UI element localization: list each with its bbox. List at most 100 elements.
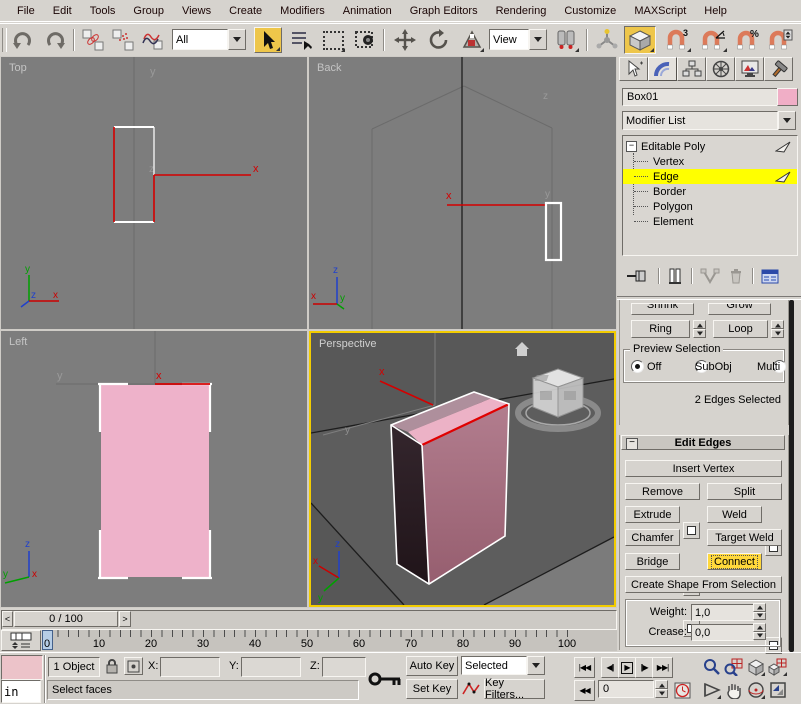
remove-button[interactable]: Remove (625, 483, 700, 500)
select-object-button[interactable] (254, 27, 282, 53)
viewport-perspective[interactable]: y x (309, 331, 616, 607)
select-by-name-button[interactable] (288, 27, 314, 53)
stack-item-editable-poly[interactable]: − Editable Poly (623, 139, 797, 154)
menu-modifiers[interactable]: Modifiers (271, 3, 334, 19)
selection-region-button[interactable] (320, 27, 346, 53)
stack-item-border[interactable]: Border (623, 184, 797, 199)
viewport-back[interactable]: z y x z x y Back (309, 57, 616, 329)
target-weld-button[interactable]: Target Weld (707, 529, 782, 546)
rollout-collapse-icon[interactable]: − (626, 438, 638, 450)
select-and-manipulate-button[interactable] (594, 27, 620, 53)
field-of-view-button[interactable] (701, 679, 722, 700)
remove-modifier-icon[interactable] (728, 268, 744, 285)
configure-modifier-sets-icon[interactable] (761, 268, 781, 285)
crease-field[interactable]: 0,0 (691, 624, 754, 641)
zoom-extents-all-button[interactable] (767, 656, 788, 677)
loop-button[interactable]: Loop (713, 320, 768, 338)
listener-script-row[interactable]: in (1, 680, 41, 703)
panel-scrollbar[interactable] (789, 300, 794, 652)
bridge-button[interactable]: Bridge (625, 553, 680, 570)
menu-views[interactable]: Views (173, 3, 220, 19)
shrink-button[interactable]: Shrink (631, 303, 694, 315)
viewport-label-top[interactable]: Top (9, 62, 27, 74)
zoom-all-button[interactable] (723, 656, 744, 677)
previous-frame-button[interactable]: ◀|| (601, 657, 619, 678)
key-mode-toggle-button[interactable]: ◀◀ (574, 680, 595, 701)
radio-off[interactable] (631, 360, 644, 373)
next-frame-button[interactable]: ||▶ (635, 657, 653, 678)
menu-rendering[interactable]: Rendering (487, 3, 556, 19)
grow-button[interactable]: Grow (708, 303, 771, 315)
bind-to-space-warp-button[interactable] (140, 27, 166, 53)
mini-curve-editor-button[interactable] (1, 630, 41, 651)
selection-filter-combo[interactable]: All (172, 29, 246, 50)
time-slider-handle[interactable]: 0 / 100 (14, 611, 118, 627)
insert-vertex-button[interactable]: Insert Vertex (625, 460, 782, 477)
frame-spinner[interactable] (655, 680, 668, 698)
absolute-offset-toggle[interactable] (124, 657, 143, 675)
tab-utilities[interactable] (764, 57, 793, 81)
menu-edit[interactable]: Edit (44, 3, 81, 19)
weld-button[interactable]: Weld (707, 506, 762, 523)
menu-group[interactable]: Group (124, 3, 173, 19)
spinner-snap-toggle-button[interactable] (766, 27, 794, 53)
modifier-list-dropdown-button[interactable] (778, 111, 796, 130)
box-left-face[interactable] (101, 385, 209, 577)
angle-snap-toggle-button[interactable] (698, 27, 728, 53)
weight-field[interactable]: 1,0 (691, 604, 754, 621)
y-coordinate-field[interactable] (241, 657, 301, 677)
split-button[interactable]: Split (707, 483, 782, 500)
auto-key-button[interactable]: Auto Key (406, 656, 458, 676)
toolbar-handle[interactable] (2, 28, 7, 52)
window-crossing-button[interactable] (352, 27, 378, 53)
menu-file[interactable]: File (8, 3, 44, 19)
weight-spinner[interactable] (753, 603, 766, 620)
set-key-button[interactable]: Set Key (406, 679, 458, 699)
menu-tools[interactable]: Tools (81, 3, 125, 19)
viewport-left-canvas[interactable]: y x z y x Left (1, 331, 307, 607)
zoom-button[interactable] (701, 656, 722, 677)
tab-hierarchy[interactable] (677, 57, 706, 81)
reference-coordinate-dropdown-button[interactable] (529, 29, 547, 50)
reference-coordinate-combo[interactable]: View (489, 29, 547, 50)
stack-item-element[interactable]: Element (623, 214, 797, 229)
unlink-selection-button[interactable] (110, 27, 136, 53)
create-shape-button[interactable]: Create Shape From Selection (625, 576, 782, 593)
tab-display[interactable] (735, 57, 764, 81)
select-and-rotate-button[interactable] (425, 27, 453, 53)
collapse-expander-icon[interactable]: − (626, 141, 637, 152)
select-and-scale-button[interactable] (459, 27, 485, 53)
object-color-swatch[interactable] (777, 88, 798, 106)
key-mode-combo[interactable]: Selected (461, 656, 545, 675)
z-coordinate-field[interactable] (322, 657, 366, 677)
viewport-label-perspective[interactable]: Perspective (319, 338, 376, 350)
time-configuration-button[interactable] (672, 680, 692, 700)
viewport-perspective-canvas[interactable]: y x (311, 333, 614, 605)
chamfer-button[interactable]: Chamfer (625, 529, 680, 546)
pan-button[interactable] (723, 679, 744, 700)
menu-customize[interactable]: Customize (555, 3, 625, 19)
percent-snap-toggle-button[interactable]: % (734, 27, 762, 53)
key-mode-dropdown-button[interactable] (527, 656, 545, 675)
x-coordinate-field[interactable] (160, 657, 220, 677)
tab-motion[interactable] (706, 57, 735, 81)
loop-spinner[interactable] (771, 320, 784, 338)
selection-filter-dropdown-button[interactable] (228, 29, 246, 50)
default-in-out-tangent-button[interactable] (461, 679, 481, 699)
stack-item-vertex[interactable]: Vertex (623, 154, 797, 169)
viewport-top-canvas[interactable]: y z x y z x Top (1, 57, 307, 329)
stack-item-polygon[interactable]: Polygon (623, 199, 797, 214)
time-slider-prev-button[interactable]: < (2, 611, 13, 627)
selected-edge-region[interactable] (546, 203, 561, 260)
redo-button[interactable] (42, 27, 68, 53)
tab-create[interactable] (619, 57, 648, 81)
menu-maxscript[interactable]: MAXScript (625, 3, 695, 19)
viewport-top[interactable]: y z x y z x Top (1, 57, 307, 329)
go-to-end-button[interactable]: ▶▶| (652, 657, 673, 678)
maximize-viewport-toggle[interactable] (767, 679, 788, 700)
tab-modify[interactable] (648, 57, 677, 81)
make-unique-icon[interactable] (700, 268, 720, 284)
modifier-list-combo[interactable]: Modifier List (622, 111, 796, 130)
menu-create[interactable]: Create (220, 3, 271, 19)
extrude-button[interactable]: Extrude (625, 506, 680, 523)
